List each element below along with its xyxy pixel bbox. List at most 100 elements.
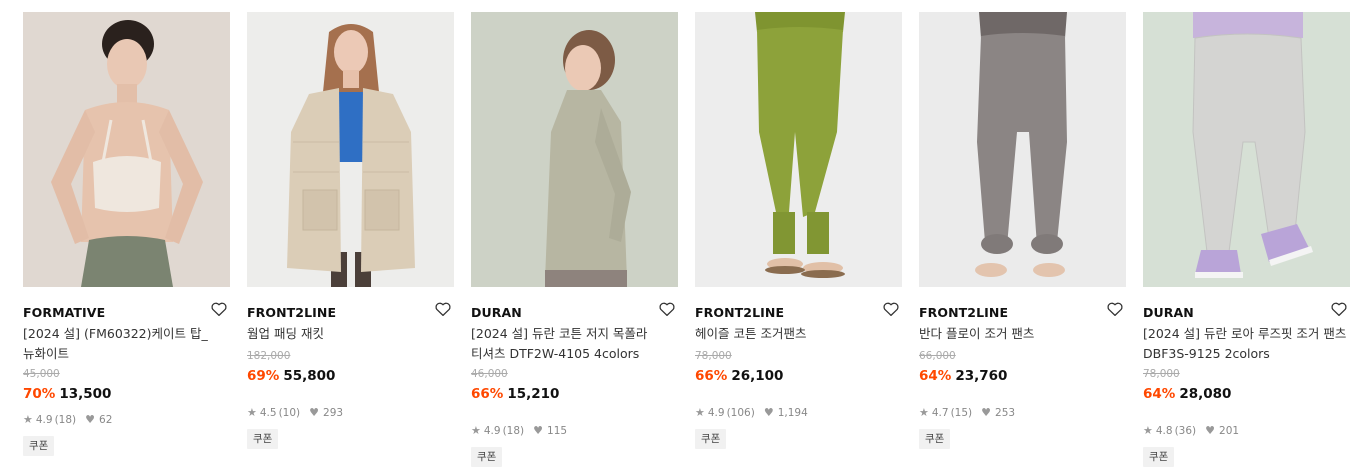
coupon-badge[interactable]: 쿠폰 [471, 447, 503, 467]
price-block: 78,000 66% 26,100 [695, 349, 902, 386]
product-image[interactable] [23, 12, 230, 287]
original-price: 66,000 [919, 350, 956, 362]
original-price: 78,000 [695, 350, 732, 362]
wishlist-heart-icon[interactable] [210, 300, 228, 318]
coupon-badge[interactable]: 쿠폰 [23, 436, 55, 456]
sale-price: 23,760 [955, 368, 1008, 384]
sale-price: 26,100 [731, 368, 784, 384]
brand-row: FRONT2LINE [695, 302, 902, 320]
heart-icon: ♥ [981, 406, 992, 419]
star-icon: ★ [695, 406, 705, 419]
sale-price: 55,800 [283, 368, 336, 384]
rating-value: 4.7 [931, 407, 949, 419]
heart-icon: ♥ [85, 413, 96, 426]
product-card[interactable]: FRONT2LINE 헤이즐 코튼 조거팬츠 78,000 66% 26,100 … [695, 12, 902, 449]
discount-rate: 64% [919, 368, 952, 384]
wishlist-heart-icon[interactable] [882, 300, 900, 318]
brand-name[interactable]: FRONT2LINE [695, 305, 784, 320]
product-name[interactable]: 반다 플로이 조거 팬츠 [919, 324, 1126, 344]
product-image[interactable] [471, 12, 678, 287]
star-icon: ★ [919, 406, 929, 419]
product-image[interactable] [919, 12, 1126, 287]
price-block: 78,000 64% 28,080 [1143, 367, 1350, 404]
price-block: 45,000 70% 13,500 [23, 367, 230, 404]
brand-name[interactable]: FRONT2LINE [247, 305, 336, 320]
product-card[interactable]: FRONT2LINE 웜업 패딩 재킷 182,000 69% 55,800 ★ … [247, 12, 454, 449]
like-count: 62 [99, 414, 113, 426]
price-block: 182,000 69% 55,800 [247, 349, 454, 386]
brand-name[interactable]: DURAN [1143, 305, 1194, 320]
brand-row: FORMATIVE [23, 302, 230, 320]
star-icon: ★ [23, 413, 33, 426]
price-block: 66,000 64% 23,760 [919, 349, 1126, 386]
product-image[interactable] [695, 12, 902, 287]
heart-icon: ♥ [309, 406, 320, 419]
like-count: 253 [995, 407, 1016, 419]
discount-rate: 64% [1143, 386, 1176, 402]
discount-rate: 69% [247, 368, 280, 384]
review-count: (18) [54, 414, 77, 426]
heart-icon: ♥ [533, 424, 544, 437]
product-name-line-1: 헤이즐 코튼 조거팬츠 [695, 326, 807, 341]
brand-name[interactable]: FORMATIVE [23, 305, 105, 320]
sale-price: 15,210 [507, 386, 560, 402]
heart-icon: ♥ [763, 406, 774, 419]
review-meta: ★ 4.9 (18) ♥ 62 [23, 413, 230, 427]
like-count: 293 [323, 407, 344, 419]
review-count: (10) [278, 407, 301, 419]
star-icon: ★ [471, 424, 481, 437]
heart-icon: ♥ [1205, 424, 1216, 437]
product-name-line-1: 웜업 패딩 재킷 [247, 326, 324, 341]
rating-value: 4.9 [35, 414, 53, 426]
product-name[interactable]: 웜업 패딩 재킷 [247, 324, 454, 344]
product-name-line-1: 반다 플로이 조거 팬츠 [919, 326, 1035, 341]
brand-name[interactable]: FRONT2LINE [919, 305, 1008, 320]
product-name-line-1: [2024 설] 듀란 코튼 저지 목폴라 [471, 326, 648, 341]
like-count: 201 [1219, 425, 1240, 437]
review-count: (106) [726, 407, 755, 419]
product-name[interactable]: [2024 설] (FM60322)케이트 탑_ 뉴화이트 [23, 324, 230, 364]
product-image[interactable] [247, 12, 454, 287]
coupon-badge[interactable]: 쿠폰 [1143, 447, 1175, 467]
review-count: (36) [1174, 425, 1197, 437]
coupon-badge[interactable]: 쿠폰 [919, 429, 951, 449]
product-name-line-2: 티셔츠 DTF2W-4105 4colors [471, 346, 640, 361]
product-card[interactable]: DURAN [2024 설] 듀란 로아 루즈핏 조거 팬츠 DBF3S-912… [1143, 12, 1350, 467]
review-meta: ★ 4.5 (10) ♥ 293 [247, 406, 454, 420]
original-price: 78,000 [1143, 368, 1180, 380]
rating-value: 4.9 [483, 425, 501, 437]
discount-rate: 66% [695, 368, 728, 384]
wishlist-heart-icon[interactable] [1106, 300, 1124, 318]
coupon-badge[interactable]: 쿠폰 [247, 429, 279, 449]
original-price: 46,000 [471, 368, 508, 380]
rating-value: 4.5 [259, 407, 277, 419]
brand-row: DURAN [1143, 302, 1350, 320]
product-card[interactable]: FRONT2LINE 반다 플로이 조거 팬츠 66,000 64% 23,760… [919, 12, 1126, 449]
wishlist-heart-icon[interactable] [434, 300, 452, 318]
product-name[interactable]: 헤이즐 코튼 조거팬츠 [695, 324, 902, 344]
sale-price: 13,500 [59, 386, 112, 402]
product-name-line-1: [2024 설] 듀란 로아 루즈핏 조거 팬츠 [1143, 326, 1347, 341]
review-count: (15) [950, 407, 973, 419]
product-card[interactable]: FORMATIVE [2024 설] (FM60322)케이트 탑_ 뉴화이트 … [23, 12, 230, 456]
product-image[interactable] [1143, 12, 1350, 287]
review-count: (18) [502, 425, 525, 437]
review-meta: ★ 4.7 (15) ♥ 253 [919, 406, 1126, 420]
like-count: 115 [547, 425, 568, 437]
wishlist-heart-icon[interactable] [658, 300, 676, 318]
product-name[interactable]: [2024 설] 듀란 로아 루즈핏 조거 팬츠 DBF3S-9125 2col… [1143, 324, 1350, 364]
product-name-line-1: [2024 설] (FM60322)케이트 탑_ [23, 326, 208, 341]
coupon-badge[interactable]: 쿠폰 [695, 429, 727, 449]
product-card[interactable]: DURAN [2024 설] 듀란 코튼 저지 목폴라 티셔츠 DTF2W-41… [471, 12, 678, 467]
brand-row: FRONT2LINE [247, 302, 454, 320]
original-price: 182,000 [247, 350, 291, 362]
review-meta: ★ 4.8 (36) ♥ 201 [1143, 424, 1350, 438]
rating-value: 4.9 [707, 407, 725, 419]
wishlist-heart-icon[interactable] [1330, 300, 1348, 318]
product-name[interactable]: [2024 설] 듀란 코튼 저지 목폴라 티셔츠 DTF2W-4105 4co… [471, 324, 678, 364]
product-grid: FORMATIVE [2024 설] (FM60322)케이트 탑_ 뉴화이트 … [0, 0, 1362, 476]
review-meta: ★ 4.9 (18) ♥ 115 [471, 424, 678, 438]
price-block: 46,000 66% 15,210 [471, 367, 678, 404]
discount-rate: 70% [23, 386, 56, 402]
brand-name[interactable]: DURAN [471, 305, 522, 320]
